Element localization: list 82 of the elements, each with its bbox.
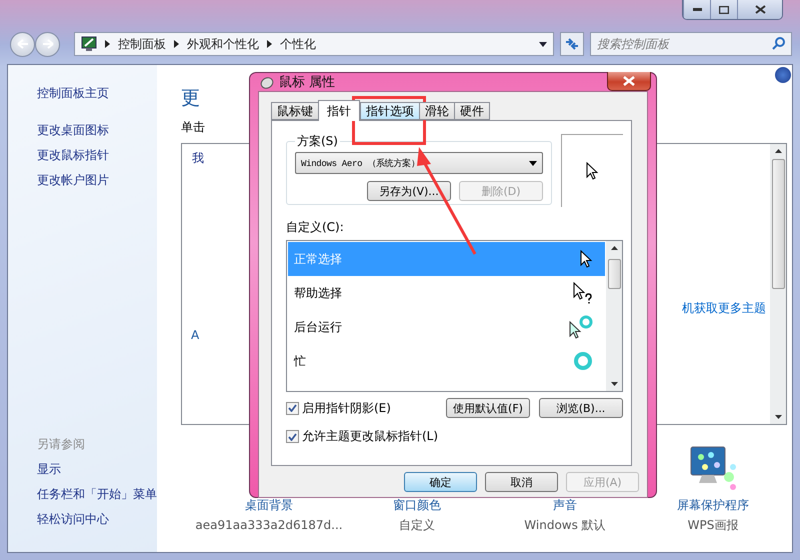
breadcrumb-item[interactable]: 外观和个性化 [187, 36, 259, 52]
refresh-icon [564, 37, 580, 51]
tab[interactable]: 滑轮 [419, 102, 455, 120]
busy-ring-icon [573, 351, 593, 371]
dialog-button[interactable]: 确定 [404, 472, 477, 492]
list-button[interactable]: 使用默认值(F) [446, 398, 530, 418]
control-panel-icon [81, 36, 97, 52]
breadcrumb-item[interactable]: 个性化 [280, 36, 316, 52]
more-themes-link[interactable]: 机获取更多主题 [682, 300, 766, 317]
tab[interactable]: 指针选项 [360, 102, 420, 120]
back-arrow-icon [16, 39, 28, 49]
scroll-up-icon[interactable] [610, 246, 618, 250]
sidebar-link[interactable]: 更改桌面图标 [37, 118, 157, 143]
maximize-icon [719, 6, 729, 14]
checkmark-icon [288, 404, 297, 412]
chevron-icon [267, 40, 272, 48]
checkbox[interactable]: 允许主题更改鼠标指针(L) [286, 428, 438, 445]
scrollbar[interactable] [770, 144, 786, 424]
tab[interactable]: 鼠标键 [271, 102, 319, 120]
close-button[interactable] [737, 0, 782, 19]
close-icon [623, 76, 635, 86]
see-also-link[interactable]: 显示 [37, 457, 157, 482]
minimize-button[interactable] [683, 0, 710, 19]
back-button[interactable] [10, 32, 35, 56]
search-icon [772, 37, 785, 50]
scrollbar-thumb[interactable] [772, 159, 784, 289]
dialog-close-button[interactable] [607, 72, 651, 91]
see-also-heading: 另请参阅 [37, 436, 86, 453]
see-also-link[interactable]: 轻松访问中心 [37, 507, 157, 532]
scheme-button[interactable]: 另存为(V)... [367, 181, 451, 201]
checkmark-icon [288, 432, 297, 440]
customize-label: 自定义(C): [286, 219, 345, 236]
scrollbar-thumb[interactable] [608, 259, 620, 289]
sidebar-link[interactable]: 控制面板主页 [37, 81, 157, 106]
scheme-dropdown[interactable]: Windows Aero （系统方案） [295, 152, 543, 174]
maximize-button[interactable] [710, 0, 737, 19]
dropdown-caret-icon [529, 160, 537, 166]
tab[interactable]: 指针 [318, 100, 360, 121]
cursor-row[interactable]: 帮助选择 [288, 276, 605, 310]
setting-link[interactable]: 屏幕保护程序 [677, 495, 749, 515]
see-also-link[interactable]: 任务栏和「开始」菜单 [37, 482, 157, 507]
sidebar-link[interactable]: 更改鼠标指针 [37, 143, 157, 168]
forward-button[interactable] [35, 32, 60, 56]
cursor-row[interactable]: 后台运行 [288, 310, 605, 344]
help-cursor-icon [573, 282, 593, 304]
setting-value: WPS画报 [688, 517, 738, 534]
scroll-down-icon[interactable] [610, 382, 618, 386]
close-icon [754, 5, 766, 14]
scheme-label: 方案(S) [296, 133, 339, 150]
tab[interactable]: 硬件 [454, 102, 490, 120]
cursor-row[interactable]: 忙 [288, 344, 605, 378]
dropdown-caret-icon[interactable] [539, 42, 547, 46]
mouse-icon [258, 75, 274, 89]
address-bar[interactable]: 控制面板 外观和个性化 个性化 [74, 32, 554, 56]
setting-link[interactable]: 桌面背景 [245, 495, 293, 515]
setting-value: Windows 默认 [524, 517, 606, 534]
page-subtitle: 单击 [181, 119, 205, 136]
minimize-icon [692, 8, 702, 11]
search-field[interactable]: 搜索控制面板 [590, 32, 792, 56]
dialog-title: 鼠标 属性 [279, 74, 336, 91]
page-heading: 更 [181, 86, 200, 111]
list-scrollbar[interactable] [606, 241, 622, 391]
chevron-icon [174, 40, 179, 48]
arrow-cursor-icon [580, 250, 593, 268]
checkbox[interactable]: 启用指针阴影(E) [286, 400, 391, 416]
setting-link[interactable]: 窗口颜色 [393, 495, 441, 515]
dialog-button[interactable]: 取消 [485, 472, 558, 492]
theme-name: A [191, 328, 200, 342]
chevron-icon [105, 40, 110, 48]
working-cursor-icon [569, 314, 593, 340]
forward-arrow-icon [42, 39, 54, 49]
theme-group-heading: 我 [192, 151, 204, 165]
sidebar-link[interactable]: 更改帐户图片 [37, 168, 157, 193]
scroll-up-icon[interactable] [774, 149, 782, 153]
setting-value: 自定义 [399, 517, 435, 534]
scroll-down-icon[interactable] [774, 415, 782, 419]
list-button[interactable]: 浏览(B)... [539, 398, 623, 418]
setting-value: aea91aa333a2d6187d... [195, 517, 343, 534]
setting-link[interactable]: 声音 [553, 495, 577, 515]
arrow-cursor-icon [586, 162, 599, 180]
breadcrumb-item[interactable]: 控制面板 [118, 36, 166, 52]
refresh-button[interactable] [560, 32, 584, 56]
